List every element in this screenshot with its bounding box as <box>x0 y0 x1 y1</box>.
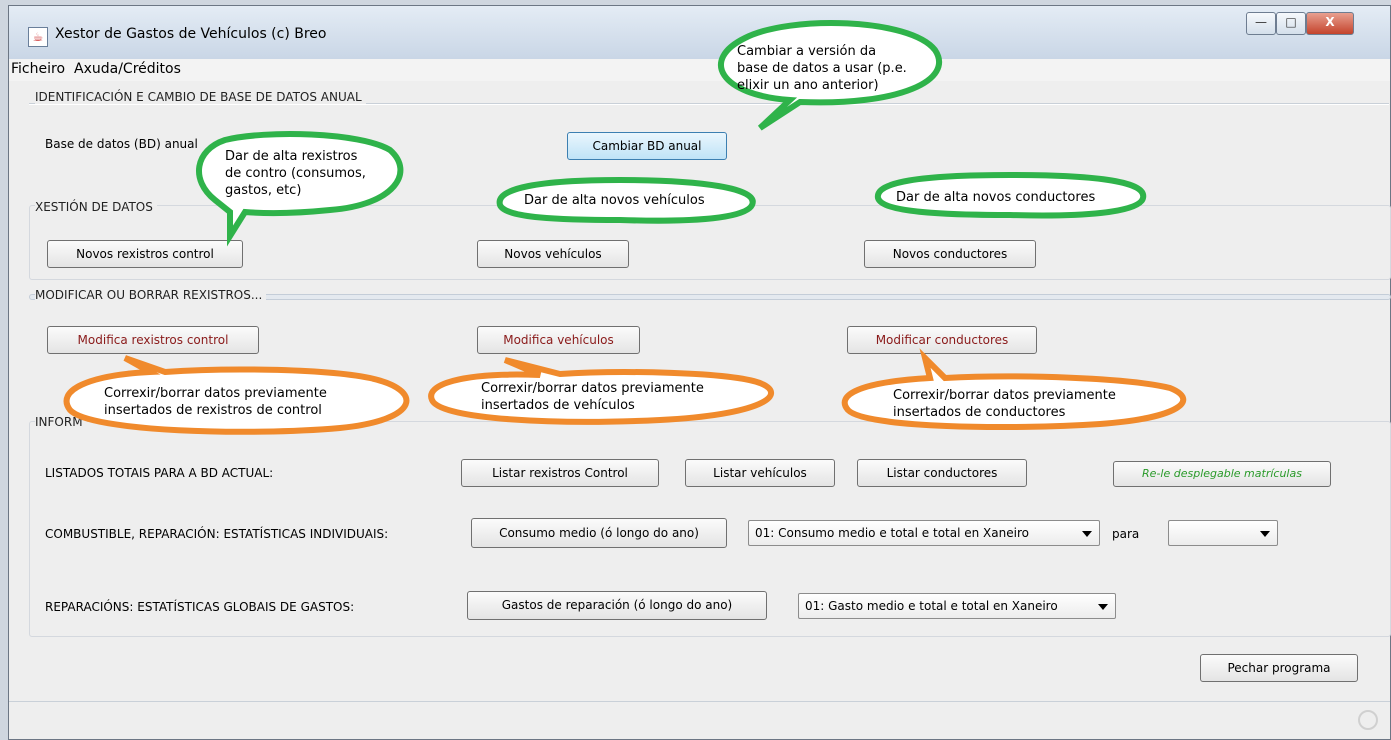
callout-line: insertados de rexistros de control <box>104 403 322 418</box>
callout-line: insertados de vehículos <box>481 398 635 413</box>
callout-green-1-text: Cambiar a versión da base de datos a usa… <box>737 43 907 94</box>
callout-line: elixir un ano anterior) <box>737 78 879 93</box>
callout-line: insertados de conductores <box>893 405 1066 420</box>
callout-orange-3-text: Correxir/borrar datos previamente insert… <box>893 387 1116 421</box>
callout-line: Cambiar a versión da <box>737 44 877 59</box>
callout-line: Dar de alta novos vehículos <box>524 193 705 208</box>
callout-orange-1-text: Correxir/borrar datos previamente insert… <box>104 385 327 419</box>
callout-line: de contro (consumos, <box>225 166 366 181</box>
callout-line: Correxir/borrar datos previamente <box>104 386 327 401</box>
callout-line: gastos, etc) <box>225 183 302 198</box>
callout-orange-2-text: Correxir/borrar datos previamente insert… <box>481 380 704 414</box>
callout-line: Dar de alta novos conductores <box>896 190 1096 205</box>
annotation-overlay <box>63 20 1186 435</box>
callout-line: Correxir/borrar datos previamente <box>481 381 704 396</box>
callout-line: Correxir/borrar datos previamente <box>893 388 1116 403</box>
callout-green-4-text: Dar de alta novos conductores <box>896 189 1095 206</box>
callout-line: base de datos a usar (p.e. <box>737 61 907 76</box>
callout-green-3-text: Dar de alta novos vehículos <box>524 192 705 209</box>
callout-green-2-text: Dar de alta rexistros de contro (consumo… <box>225 148 366 199</box>
callout-line: Dar de alta rexistros <box>225 149 358 164</box>
